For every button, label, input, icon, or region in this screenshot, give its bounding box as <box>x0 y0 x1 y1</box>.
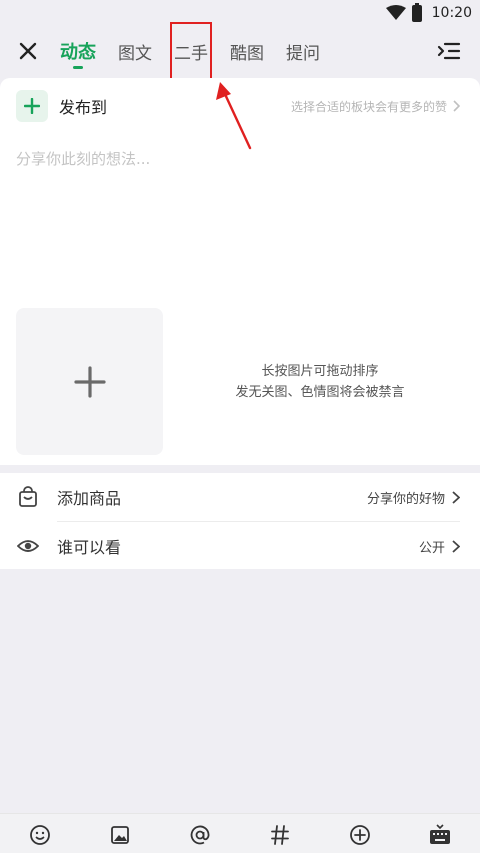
add-goods-value: 分享你的好物 <box>366 491 445 507</box>
options-list: 添加商品 分享你的好物 谁可以看 公开 <box>0 473 480 569</box>
publish-label: 发布到 <box>59 98 108 117</box>
eye-icon <box>17 540 39 552</box>
add-goods-value-wrap: 分享你的好物 <box>367 488 460 507</box>
post-text-input[interactable] <box>16 148 464 288</box>
chevron-right-icon <box>452 539 460 553</box>
visibility-value-wrap: 公开 <box>419 537 460 556</box>
plus-icon <box>24 98 40 114</box>
emoji-button[interactable] <box>28 823 52 847</box>
shopping-bag-icon <box>19 486 37 507</box>
add-button[interactable] <box>348 823 372 847</box>
mention-icon <box>190 825 210 845</box>
hashtag-icon <box>271 825 289 845</box>
compose-card: 发布到 选择合适的板块会有更多的赞 长按图片可拖动排序 发无关图、色情图将会被禁… <box>0 78 480 465</box>
tab-ershou[interactable]: 二手 <box>170 22 212 80</box>
tab-tiwen[interactable]: 提问 <box>286 26 320 76</box>
close-icon <box>19 42 37 60</box>
publish-hint-text: 选择合适的板块会有更多的赞 <box>290 99 447 114</box>
battery-icon <box>411 2 422 22</box>
image-hint-line2: 发无关图、色情图将会被禁言 <box>235 385 405 400</box>
hashtag-button[interactable] <box>268 823 292 847</box>
status-time: 10:20 <box>431 5 472 21</box>
add-circle-icon <box>350 825 370 845</box>
status-bar: 10:20 <box>0 0 480 26</box>
tab-bar: 动态 图文 二手 酷图 提问 <box>60 22 342 80</box>
visibility-row[interactable]: 谁可以看 公开 <box>0 522 480 570</box>
chevron-right-icon <box>452 490 460 504</box>
keyboard-button[interactable] <box>428 823 452 847</box>
publish-add-button[interactable] <box>16 90 48 122</box>
close-button[interactable] <box>14 37 42 65</box>
visibility-value: 公开 <box>418 540 445 556</box>
image-hint: 长按图片可拖动排序 发无关图、色情图将会被禁言 <box>200 361 440 403</box>
top-bar: 动态 图文 二手 酷图 提问 <box>0 22 480 80</box>
publish-hint[interactable]: 选择合适的板块会有更多的赞 <box>291 98 460 115</box>
wifi-icon <box>385 5 406 20</box>
image-icon <box>111 826 129 844</box>
add-goods-row[interactable]: 添加商品 分享你的好物 <box>0 473 480 522</box>
menu-button[interactable] <box>436 38 462 64</box>
emoji-icon <box>30 825 50 845</box>
bottom-toolbar <box>0 813 480 853</box>
add-image-button[interactable] <box>16 308 163 455</box>
visibility-label: 谁可以看 <box>57 538 122 557</box>
publish-to-row[interactable]: 发布到 选择合适的板块会有更多的赞 <box>16 90 464 122</box>
image-button[interactable] <box>108 823 132 847</box>
keyboard-icon <box>430 824 450 844</box>
image-hint-line1: 长按图片可拖动排序 <box>261 364 379 379</box>
tab-tuwen[interactable]: 图文 <box>118 26 152 76</box>
mention-button[interactable] <box>188 823 212 847</box>
add-goods-label: 添加商品 <box>57 489 122 508</box>
chevron-right-icon <box>453 100 460 112</box>
plus-icon <box>73 365 106 398</box>
tab-dongtai[interactable]: 动态 <box>60 26 96 76</box>
menu-indent-icon <box>437 42 461 60</box>
tab-kutu[interactable]: 酷图 <box>230 26 264 76</box>
